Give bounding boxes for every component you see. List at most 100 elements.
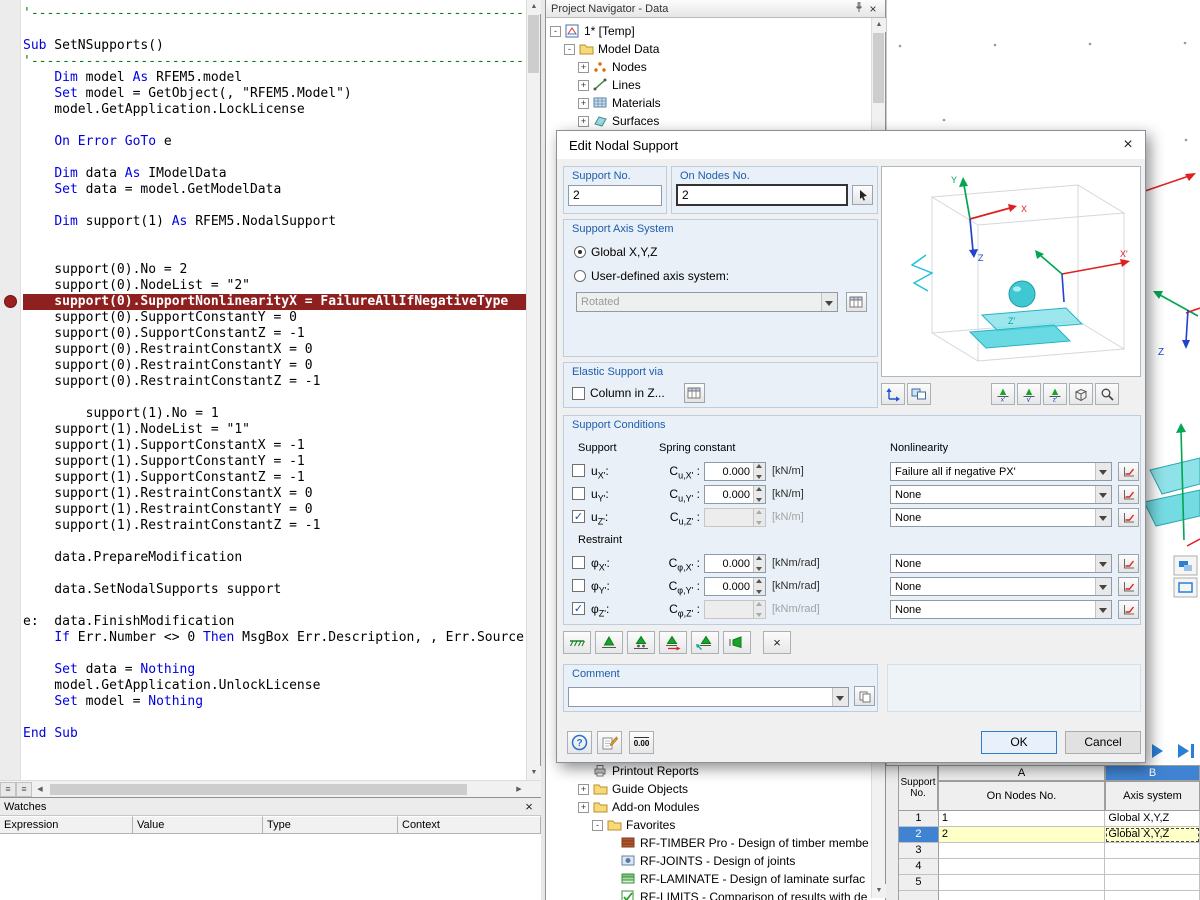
chevron-down-icon[interactable] bbox=[832, 688, 848, 706]
tree-item[interactable]: -Favorites bbox=[546, 816, 872, 834]
spring-constant-input[interactable]: 0.000 bbox=[704, 485, 766, 504]
view-x-button[interactable]: x' bbox=[991, 383, 1015, 405]
nonlinearity-select[interactable]: None bbox=[890, 577, 1112, 596]
tree-item[interactable]: +Guide Objects bbox=[546, 780, 872, 798]
isometric-view-button[interactable] bbox=[1069, 383, 1093, 405]
view-z-button[interactable]: z' bbox=[1043, 383, 1067, 405]
collapse-icon[interactable]: - bbox=[592, 820, 603, 831]
table-corner-header[interactable]: Support No. bbox=[898, 765, 938, 811]
chevron-down-icon[interactable] bbox=[1095, 555, 1111, 572]
nonlinearity-select[interactable]: Failure all if negative PX' bbox=[890, 462, 1112, 481]
tree-item[interactable]: +Lines bbox=[546, 76, 872, 94]
cell-on-nodes[interactable] bbox=[939, 859, 1105, 875]
nonlinearity-edit-button[interactable] bbox=[1118, 554, 1139, 573]
spinner-icons[interactable] bbox=[753, 486, 765, 503]
free-support-button[interactable] bbox=[723, 631, 751, 654]
column-header-context[interactable]: Context bbox=[398, 816, 541, 834]
roller-y-support-button[interactable] bbox=[691, 631, 719, 654]
help-button[interactable]: ? bbox=[567, 731, 592, 754]
chevron-down-icon[interactable] bbox=[1095, 486, 1111, 503]
support-no-input[interactable]: 2 bbox=[568, 185, 662, 206]
radio-global-xyz[interactable]: Global X,Y,Z bbox=[574, 244, 657, 260]
column-settings-button[interactable] bbox=[684, 383, 705, 403]
pin-icon[interactable] bbox=[852, 1, 866, 16]
code-horizontal-scrollbar[interactable]: ≡ ≡ ◀ ▶ bbox=[0, 780, 541, 797]
spring-constant-input[interactable]: 0.000 bbox=[704, 462, 766, 481]
nonlinearity-edit-button[interactable] bbox=[1118, 577, 1139, 596]
column-header-expression[interactable]: Expression bbox=[0, 816, 133, 834]
scrollbar-track[interactable] bbox=[48, 782, 511, 797]
split-handle-icon[interactable]: ≡ bbox=[16, 782, 32, 797]
expand-icon[interactable]: + bbox=[578, 62, 589, 73]
close-icon[interactable]: × bbox=[521, 799, 537, 814]
close-icon[interactable]: × bbox=[866, 2, 880, 16]
spring-constant-input[interactable]: 0.000 bbox=[704, 577, 766, 596]
column-header-type[interactable]: Type bbox=[263, 816, 398, 834]
cell-axis-system[interactable]: Global X,Y,Z bbox=[1105, 811, 1200, 827]
delete-support-button[interactable]: × bbox=[763, 631, 791, 654]
navigator-header[interactable]: Project Navigator - Data × bbox=[546, 0, 885, 18]
cancel-button[interactable]: Cancel bbox=[1065, 731, 1141, 754]
scroll-down-icon[interactable]: ▼ bbox=[527, 766, 541, 780]
collapse-icon[interactable]: - bbox=[564, 44, 575, 55]
scroll-right-icon[interactable]: ▶ bbox=[511, 782, 527, 797]
cell-on-nodes[interactable] bbox=[939, 843, 1105, 859]
tree-item[interactable]: +Add-on Modules bbox=[546, 798, 872, 816]
scroll-down-icon[interactable]: ▼ bbox=[872, 884, 886, 898]
spinner-icons[interactable] bbox=[753, 463, 765, 480]
tree-item[interactable]: RF-LIMITS - Comparison of results with d… bbox=[546, 888, 872, 900]
support-checkbox[interactable] bbox=[572, 487, 585, 500]
scrollbar-thumb[interactable] bbox=[873, 33, 884, 103]
editor-margin[interactable] bbox=[0, 0, 21, 797]
column-in-z-checkbox[interactable]: Column in Z... bbox=[572, 385, 665, 401]
cell-on-nodes[interactable] bbox=[939, 875, 1105, 891]
roller-x-support-button[interactable] bbox=[659, 631, 687, 654]
radio-icon[interactable] bbox=[574, 246, 586, 258]
expand-icon[interactable]: + bbox=[578, 80, 589, 91]
nonlinearity-edit-button[interactable] bbox=[1118, 485, 1139, 504]
spinner-icons[interactable] bbox=[753, 578, 765, 595]
chevron-down-icon[interactable] bbox=[1095, 601, 1111, 618]
row-number[interactable]: 2 bbox=[899, 827, 939, 843]
support-checkbox[interactable] bbox=[572, 464, 585, 477]
support-checkbox[interactable]: ✓ bbox=[572, 602, 585, 615]
watches-body[interactable] bbox=[0, 834, 541, 900]
on-nodes-column-header[interactable]: On Nodes No. bbox=[938, 781, 1105, 811]
decimal-places-button[interactable]: 0.00 bbox=[629, 731, 654, 754]
roller-support-button[interactable] bbox=[627, 631, 655, 654]
support-checkbox[interactable] bbox=[572, 579, 585, 592]
expand-icon[interactable]: + bbox=[578, 802, 589, 813]
dialog-titlebar[interactable]: Edit Nodal Support × bbox=[557, 131, 1145, 159]
scroll-up-icon[interactable]: ▲ bbox=[872, 18, 886, 32]
nonlinearity-select[interactable]: None bbox=[890, 508, 1112, 527]
on-nodes-input[interactable]: 2 bbox=[676, 184, 848, 206]
collapse-icon[interactable]: - bbox=[550, 26, 561, 37]
cell-axis-system[interactable] bbox=[1105, 875, 1200, 891]
tree-item[interactable]: +Nodes bbox=[546, 58, 872, 76]
cell-on-nodes[interactable]: 2 bbox=[939, 827, 1105, 843]
zoom-button[interactable] bbox=[1095, 383, 1119, 405]
chevron-down-icon[interactable] bbox=[1095, 463, 1111, 480]
tree-item[interactable]: +Surfaces bbox=[546, 112, 872, 130]
spring-constant-input[interactable] bbox=[704, 600, 766, 619]
expand-icon[interactable]: + bbox=[578, 116, 589, 127]
axes-toggle-button[interactable] bbox=[881, 383, 905, 405]
scrollbar-thumb[interactable] bbox=[50, 784, 467, 795]
row-number[interactable]: 3 bbox=[899, 843, 939, 859]
watches-header[interactable]: Watches × bbox=[0, 798, 541, 816]
chevron-down-icon[interactable] bbox=[1095, 578, 1111, 595]
comment-select[interactable] bbox=[568, 687, 849, 707]
checkbox-icon[interactable] bbox=[572, 387, 585, 400]
tree-item[interactable]: RF-TIMBER Pro - Design of timber membe bbox=[546, 834, 872, 852]
column-header-value[interactable]: Value bbox=[133, 816, 263, 834]
support-checkbox[interactable] bbox=[572, 556, 585, 569]
tree-item[interactable]: Printout Reports bbox=[546, 762, 872, 780]
views-layout-button[interactable] bbox=[907, 383, 931, 405]
tree-item[interactable]: -Model Data bbox=[546, 40, 872, 58]
column-a-header[interactable]: A bbox=[938, 765, 1105, 781]
nonlinearity-edit-button[interactable] bbox=[1118, 508, 1139, 527]
rigid-support-button[interactable] bbox=[563, 631, 591, 654]
spinner-icons[interactable] bbox=[753, 601, 765, 618]
pick-nodes-button[interactable] bbox=[852, 185, 873, 205]
cell-axis-system[interactable] bbox=[1105, 859, 1200, 875]
